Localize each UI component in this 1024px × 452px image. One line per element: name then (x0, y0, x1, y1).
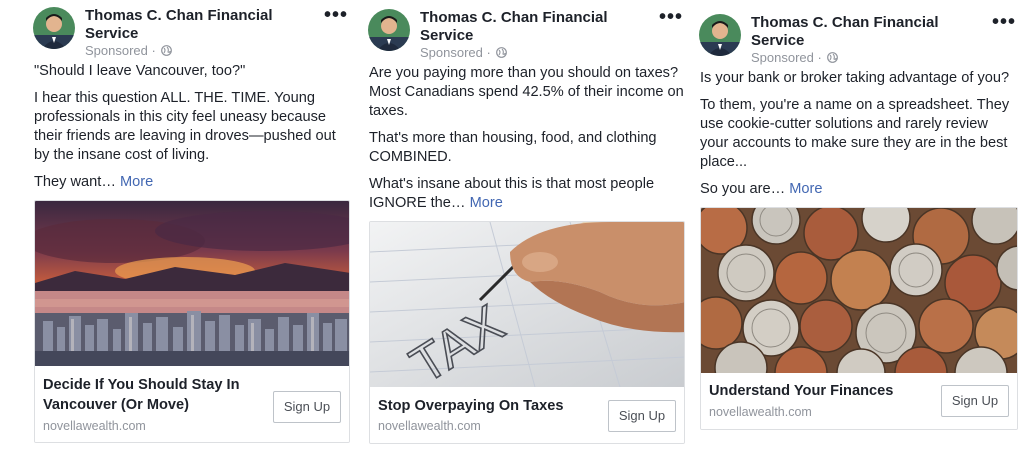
post-paragraph: That's more than housing, food, and clot… (369, 130, 657, 165)
globe-icon (496, 46, 508, 61)
post-teaser: They want… More (34, 173, 350, 192)
post-text: Are you paying more than you should on t… (367, 64, 687, 213)
vancouver-sunset-image[interactable] (35, 201, 350, 366)
post-header: Thomas C. Chan Financial Service Sponsor… (32, 0, 352, 62)
more-options-icon[interactable]: ••• (659, 6, 683, 29)
card-footer: Decide If You Should Stay In Vancouver (… (35, 366, 349, 442)
sponsored-label[interactable]: Sponsored (751, 50, 814, 65)
globe-icon (161, 44, 173, 59)
teaser-text: What's insane about this is that most pe… (369, 176, 655, 211)
more-options-icon[interactable]: ••• (992, 11, 1016, 34)
card-domain: novellawealth.com (709, 405, 812, 419)
post-paragraph: Are you paying more than you should on t… (369, 65, 684, 119)
avatar[interactable] (368, 9, 410, 51)
post-meta: Sponsored · (751, 50, 839, 66)
card-footer: Understand Your Finances novellawealth.c… (701, 373, 1017, 429)
post-meta: Sponsored · (85, 43, 173, 59)
card-headline[interactable]: Understand Your Finances (709, 381, 929, 401)
see-more-link[interactable]: More (470, 195, 503, 211)
post-text: Is your bank or broker taking advantage … (698, 69, 1020, 199)
separator: · (486, 45, 491, 60)
card-domain: novellawealth.com (43, 419, 146, 433)
coins-image[interactable] (701, 208, 1018, 373)
separator: · (817, 50, 822, 65)
sign-up-button[interactable]: Sign Up (941, 385, 1009, 417)
ad-card-taxes: Thomas C. Chan Financial Service Sponsor… (367, 2, 687, 444)
post-header: Thomas C. Chan Financial Service Sponsor… (698, 7, 1020, 69)
sponsored-label[interactable]: Sponsored (420, 45, 483, 60)
separator: · (151, 43, 156, 58)
globe-icon (827, 51, 839, 66)
sign-up-button[interactable]: Sign Up (608, 400, 676, 432)
post-paragraph: Is your bank or broker taking advantage … (700, 70, 1010, 86)
card-headline[interactable]: Decide If You Should Stay In Vancouver (… (43, 375, 263, 415)
advertiser-name[interactable]: Thomas C. Chan Financial Service (751, 14, 966, 50)
link-card[interactable]: Understand Your Finances novellawealth.c… (700, 207, 1018, 430)
avatar[interactable] (33, 7, 75, 49)
avatar[interactable] (699, 14, 741, 56)
tax-writing-image[interactable]: TAX (370, 222, 685, 387)
see-more-link[interactable]: More (789, 181, 822, 197)
teaser-text: They want… (34, 174, 116, 190)
post-paragraph: To them, you're a name on a spreadsheet.… (700, 97, 1010, 170)
post-paragraph: "Should I leave Vancouver, too?" (34, 63, 246, 79)
link-card[interactable]: Decide If You Should Stay In Vancouver (… (34, 200, 350, 443)
see-more-link[interactable]: More (120, 174, 153, 190)
sponsored-label[interactable]: Sponsored (85, 43, 148, 58)
post-teaser: What's insane about this is that most pe… (369, 175, 685, 213)
post-meta: Sponsored · (420, 45, 508, 61)
ad-card-finances: Thomas C. Chan Financial Service Sponsor… (698, 7, 1020, 430)
post-paragraph: I hear this question ALL. THE. TIME. You… (34, 90, 336, 163)
post-header: Thomas C. Chan Financial Service Sponsor… (367, 2, 687, 64)
card-domain: novellawealth.com (378, 419, 481, 433)
post-teaser: So you are… More (700, 180, 1018, 199)
advertiser-name[interactable]: Thomas C. Chan Financial Service (85, 7, 300, 43)
link-card[interactable]: TAX Stop Overpaying On Taxes novellaweal… (369, 221, 685, 444)
teaser-text: So you are… (700, 181, 786, 197)
more-options-icon[interactable]: ••• (324, 4, 348, 27)
sign-up-button[interactable]: Sign Up (273, 391, 341, 423)
post-text: "Should I leave Vancouver, too?" I hear … (32, 62, 352, 192)
card-footer: Stop Overpaying On Taxes novellawealth.c… (370, 387, 684, 443)
ad-card-vancouver: Thomas C. Chan Financial Service Sponsor… (32, 0, 352, 443)
card-headline[interactable]: Stop Overpaying On Taxes (378, 396, 598, 416)
advertiser-name[interactable]: Thomas C. Chan Financial Service (420, 9, 635, 45)
